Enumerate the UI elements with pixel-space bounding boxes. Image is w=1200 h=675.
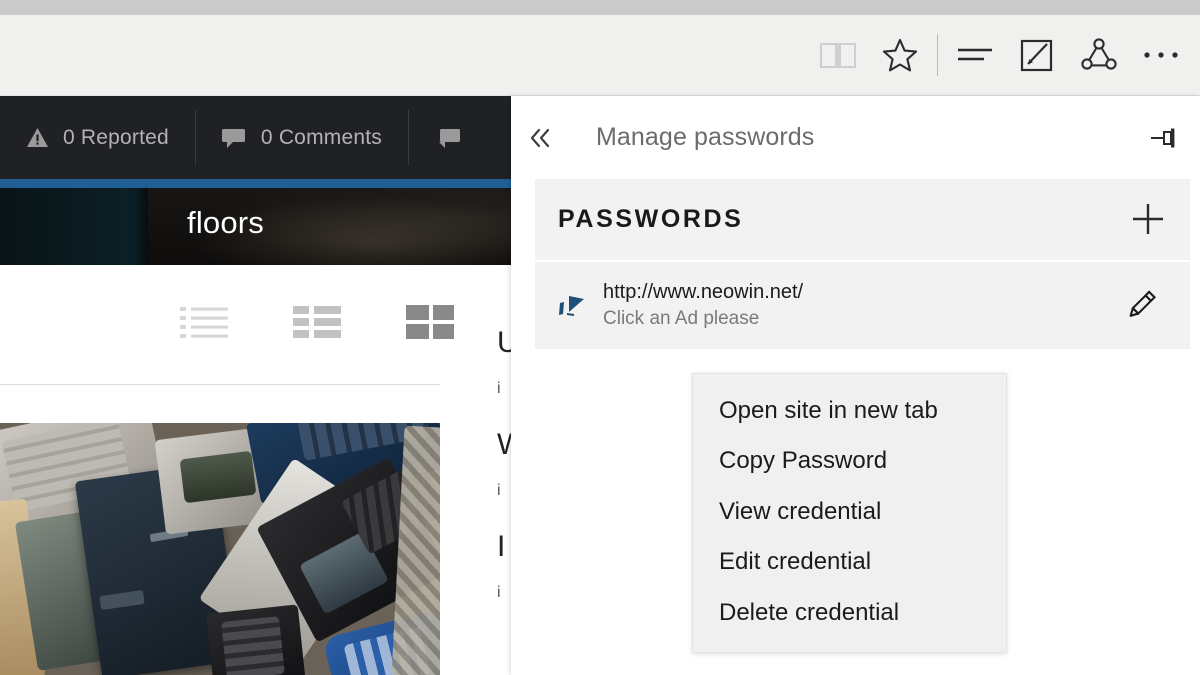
credential-url: http://www.neowin.net/ [603, 280, 804, 303]
content-divider [0, 384, 440, 385]
passwords-section-title: PASSWORDS [558, 205, 744, 233]
menu-item-delete-credential[interactable]: Delete credential [693, 588, 1006, 638]
toolbar-separator [937, 34, 938, 76]
view-mode-toggles [178, 303, 456, 346]
reading-view-button[interactable] [807, 25, 869, 85]
web-note-button[interactable] [1006, 25, 1068, 85]
grid-view-toggle[interactable] [404, 303, 456, 346]
site-hero-banner: floors [0, 188, 512, 265]
toolbar-icon-group [807, 15, 1192, 95]
double-chevron-left-icon [530, 128, 550, 147]
detail-view-toggle[interactable] [291, 303, 343, 346]
window-titlebar-strip [0, 0, 1200, 15]
comments-count[interactable]: 0 Comments [194, 96, 408, 179]
menu-item-edit-credential[interactable]: Edit credential [693, 537, 1006, 587]
comments-count-label: 0 Comments [260, 125, 382, 149]
credential-username: Click an Ad please [603, 307, 760, 329]
hub-button[interactable] [944, 25, 1006, 85]
browser-window: 0 Reported 0 Comments floors U i i I i M… [0, 0, 1200, 675]
article-thumbnail-photo[interactable] [0, 423, 440, 675]
plus-icon [1133, 204, 1163, 234]
share-icon [1080, 37, 1118, 73]
hub-icon [955, 42, 995, 68]
reply-arrow-icon [434, 127, 460, 148]
comment-bubble-icon [221, 127, 247, 148]
credential-row[interactable]: http://www.neowin.net/ Click an Ad pleas… [535, 262, 1190, 349]
passwords-section-header: PASSWORDS [535, 179, 1190, 260]
back-button[interactable] [511, 96, 569, 179]
warning-triangle-icon [26, 127, 49, 148]
edit-credential-button[interactable] [1118, 282, 1164, 328]
site-accent-line [0, 179, 512, 188]
reported-count[interactable]: 0 Reported [0, 96, 195, 179]
list-view-toggle[interactable] [178, 303, 230, 346]
credential-context-menu: Open site in new tab Copy Password View … [692, 373, 1007, 653]
more-actions-icon [1141, 49, 1181, 61]
reading-view-icon [819, 40, 857, 70]
reply-action[interactable] [407, 96, 460, 179]
hero-title: floors [187, 205, 265, 240]
favorites-star-icon [881, 37, 919, 73]
share-button[interactable] [1068, 25, 1130, 85]
more-actions-button[interactable] [1130, 25, 1192, 85]
credential-texts: http://www.neowin.net/ Click an Ad pleas… [603, 280, 803, 332]
pin-icon [1151, 128, 1175, 148]
pin-pane-button[interactable] [1142, 117, 1186, 159]
favorites-star-button[interactable] [869, 25, 931, 85]
menu-item-copy-password[interactable]: Copy Password [693, 436, 1006, 486]
web-note-icon [1019, 37, 1055, 73]
menu-item-open-site-in-new-tab[interactable]: Open site in new tab [693, 386, 1006, 436]
pane-title: Manage passwords [596, 123, 815, 151]
site-stats-bar: 0 Reported 0 Comments [0, 96, 512, 179]
add-password-button[interactable] [1124, 195, 1172, 243]
neowin-favicon-icon [555, 289, 589, 323]
reported-count-label: 0 Reported [63, 125, 169, 149]
menu-item-view-credential[interactable]: View credential [693, 487, 1006, 537]
pane-header: Manage passwords [511, 96, 1200, 179]
pencil-icon [1129, 290, 1156, 317]
browser-toolbar [0, 15, 1200, 96]
